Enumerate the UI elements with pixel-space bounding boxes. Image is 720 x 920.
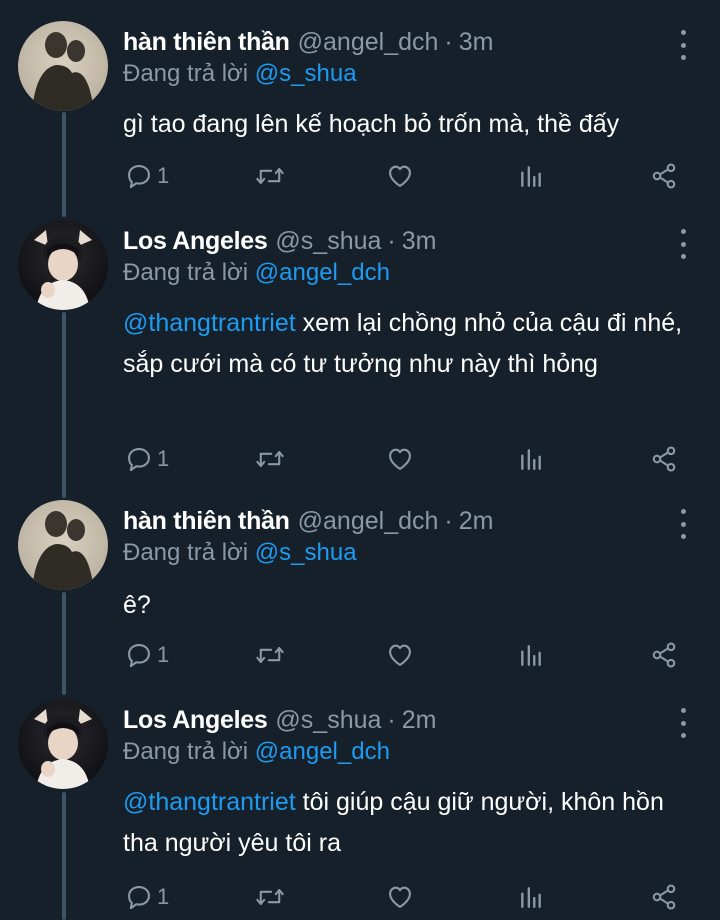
share-button[interactable] <box>650 439 678 479</box>
display-name[interactable]: hàn thiên thần <box>123 507 290 536</box>
separator-dot: · <box>444 507 453 535</box>
separator-dot: · <box>387 706 396 734</box>
replying-to-label: Đang trả lời <box>123 60 249 87</box>
reply-icon <box>128 644 150 668</box>
tweet-header: Los Angeles @s_shua · 2m <box>123 706 436 740</box>
reply-count: 1 <box>157 163 170 188</box>
retweet-button[interactable] <box>255 439 285 479</box>
share-button[interactable] <box>650 156 678 196</box>
retweet-icon <box>256 889 284 905</box>
reply-button[interactable]: 1 <box>125 877 169 917</box>
reply-count: 1 <box>157 884 170 909</box>
tweet-text: gì tao đang lên kế hoạch bỏ trốn mà, thề… <box>123 104 693 145</box>
share-button[interactable] <box>650 877 678 917</box>
replying-to-mention[interactable]: @angel_dch <box>255 259 390 286</box>
heart-icon <box>389 644 411 666</box>
share-icon <box>652 642 676 668</box>
retweet-button[interactable] <box>255 877 285 917</box>
analytics-icon <box>521 645 541 666</box>
mention-link[interactable]: @thangtrantriet <box>123 309 296 337</box>
retweet-icon <box>256 451 284 467</box>
analytics-icon <box>521 887 541 908</box>
reply-icon <box>128 448 150 472</box>
tweet-actions: 1 <box>0 635 720 675</box>
like-button[interactable] <box>386 156 414 196</box>
reply-count: 1 <box>157 642 170 667</box>
analytics-icon <box>521 449 541 470</box>
separator-dot: · <box>387 227 396 255</box>
replying-to-label: Đang trả lời <box>123 259 249 286</box>
more-options-icon[interactable] <box>674 708 692 738</box>
like-button[interactable] <box>386 635 414 675</box>
tweet-header: Los Angeles @s_shua · 3m <box>123 227 436 261</box>
tweet-text: @thangtrantriet tôi giúp cậu giữ người, … <box>123 782 693 864</box>
more-options-icon[interactable] <box>674 30 692 60</box>
share-icon <box>652 884 676 910</box>
retweet-button[interactable] <box>255 635 285 675</box>
user-handle[interactable]: @s_shua <box>275 227 381 256</box>
replying-to-label: Đang trả lời <box>123 738 249 765</box>
replying-to-mention[interactable]: @s_shua <box>255 60 357 87</box>
timestamp[interactable]: 2m <box>459 507 494 536</box>
reply-icon <box>128 165 150 189</box>
reply-button[interactable]: 1 <box>125 439 169 479</box>
display-name[interactable]: Los Angeles <box>123 706 268 735</box>
separator-dot: · <box>444 28 453 56</box>
reply-icon <box>128 886 150 910</box>
mention-link[interactable]: @thangtrantriet <box>123 788 296 816</box>
avatar[interactable] <box>18 21 108 111</box>
tweet-header: hàn thiên thần @angel_dch · 3m <box>123 28 493 62</box>
replying-to-label: Đang trả lời <box>123 539 249 566</box>
reply-button[interactable]: 1 <box>125 635 169 675</box>
share-icon <box>652 163 676 189</box>
retweet-icon <box>256 168 284 184</box>
retweet-icon <box>256 647 284 663</box>
display-name[interactable]: hàn thiên thần <box>123 28 290 57</box>
share-button[interactable] <box>650 635 678 675</box>
timestamp[interactable]: 2m <box>402 706 437 735</box>
tweet-actions: 1 <box>0 877 720 917</box>
timestamp[interactable]: 3m <box>402 227 437 256</box>
views-button[interactable] <box>518 156 544 196</box>
tweet-body: ê? <box>123 591 151 619</box>
tweet-body: gì tao đang lên kế hoạch bỏ trốn mà, thề… <box>123 110 620 138</box>
replying-to: Đang trả lời @s_shua <box>123 60 357 88</box>
reply-count: 1 <box>157 446 170 471</box>
avatar[interactable] <box>18 500 108 590</box>
views-button[interactable] <box>518 877 544 917</box>
tweet-actions: 1 <box>0 439 720 479</box>
like-button[interactable] <box>386 439 414 479</box>
replying-to-mention[interactable]: @angel_dch <box>255 738 390 765</box>
user-handle[interactable]: @angel_dch <box>298 507 439 536</box>
replying-to: Đang trả lời @s_shua <box>123 539 357 567</box>
timestamp[interactable]: 3m <box>459 28 494 57</box>
replying-to-mention[interactable]: @s_shua <box>255 539 357 566</box>
tweet-header: hàn thiên thần @angel_dch · 2m <box>123 507 493 541</box>
display-name[interactable]: Los Angeles <box>123 227 268 256</box>
replying-to: Đang trả lời @angel_dch <box>123 738 390 766</box>
views-button[interactable] <box>518 635 544 675</box>
tweet-actions: 1 <box>0 156 720 196</box>
heart-icon <box>389 165 411 187</box>
user-handle[interactable]: @s_shua <box>275 706 381 735</box>
reply-button[interactable]: 1 <box>125 156 169 196</box>
more-options-icon[interactable] <box>674 229 692 259</box>
user-handle[interactable]: @angel_dch <box>298 28 439 57</box>
retweet-button[interactable] <box>255 156 285 196</box>
like-button[interactable] <box>386 877 414 917</box>
heart-icon <box>389 886 411 908</box>
avatar[interactable] <box>18 220 108 310</box>
analytics-icon <box>521 166 541 187</box>
avatar[interactable] <box>18 699 108 789</box>
views-button[interactable] <box>518 439 544 479</box>
tweet-text: ê? <box>123 585 693 626</box>
heart-icon <box>389 448 411 470</box>
replying-to: Đang trả lời @angel_dch <box>123 259 390 287</box>
more-options-icon[interactable] <box>674 509 692 539</box>
share-icon <box>652 446 676 472</box>
tweet-text: @thangtrantriet xem lại chồng nhỏ của cậ… <box>123 303 693 385</box>
